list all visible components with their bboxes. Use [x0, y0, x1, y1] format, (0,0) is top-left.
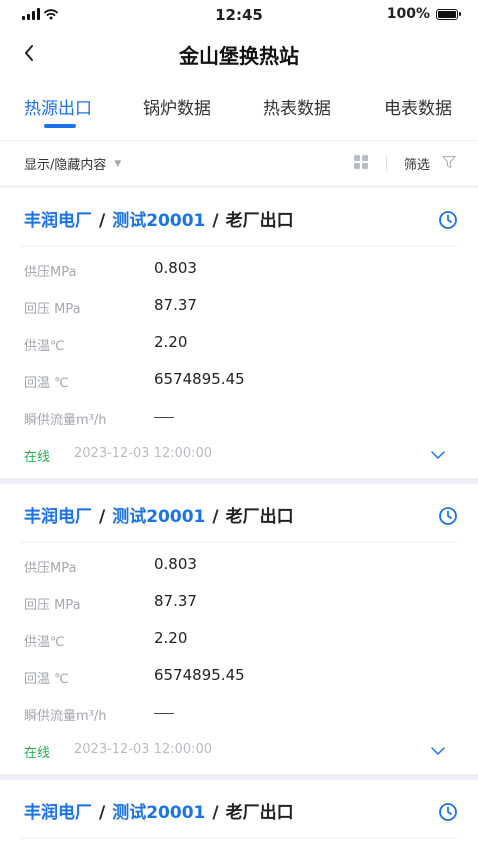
filter-bar: 显示/隐藏内容 ▼ 筛选 [0, 140, 478, 185]
toggle-content-dropdown[interactable]: 显示/隐藏内容 ▼ [24, 154, 121, 173]
filter-button[interactable]: 筛选 [404, 154, 430, 173]
station-card[interactable]: 丰润电厂 / 测试20001/老厂出口 [0, 780, 478, 850]
field-row: 瞬供流量m³/h [24, 702, 444, 726]
battery-percent: 100% [386, 6, 430, 22]
path-outlet: 老厂出口 [225, 211, 294, 231]
card-status-row: 在线 2023-12-03 12:00:00 [24, 740, 454, 762]
toggle-content-label: 显示/隐藏内容 [24, 158, 107, 173]
tab-heat-source-outlet[interactable]: 热源出口 [24, 94, 92, 119]
field-label: 瞬供流量m³/h [24, 413, 107, 428]
clock-icon[interactable] [438, 210, 458, 230]
field-row: 供温℃ 2.20 [24, 628, 444, 652]
tab-boiler-data[interactable]: 锅炉数据 [143, 94, 211, 119]
field-value: 6574895.45 [154, 666, 245, 684]
field-label: 回压 MPa [24, 302, 81, 317]
field-row: 回温 ℃ 6574895.45 [24, 369, 444, 393]
field-value: 2.20 [154, 333, 188, 351]
tab-active-indicator [44, 124, 76, 128]
field-label: 供温℃ [24, 339, 65, 354]
field-row: 供温℃ 2.20 [24, 332, 444, 356]
path-plant[interactable]: 丰润电厂 [24, 211, 92, 231]
field-label: 回压 MPa [24, 598, 81, 613]
field-row: 回温 ℃ 6574895.45 [24, 665, 444, 689]
path-plant[interactable]: 丰润电厂 [24, 803, 92, 823]
empty-value-dash [154, 417, 174, 418]
status-badge: 在线 [24, 746, 51, 761]
tab-heat-meter-data[interactable]: 热表数据 [263, 94, 331, 119]
field-label: 供压MPa [24, 561, 77, 576]
card-divider [20, 838, 458, 839]
empty-value-dash [154, 713, 174, 714]
path-station[interactable]: 测试20001 [112, 803, 205, 823]
chevron-down-icon[interactable] [430, 746, 446, 756]
field-value: 87.37 [154, 296, 197, 314]
path-plant[interactable]: 丰润电厂 [24, 507, 92, 527]
field-row: 瞬供流量m³/h [24, 406, 444, 430]
station-card[interactable]: 丰润电厂 / 测试20001/老厂出口 供压MPa 0.803 回压 MPa 87.… [0, 188, 478, 478]
back-icon[interactable] [14, 38, 44, 68]
field-row: 回压 MPa 87.37 [24, 591, 444, 615]
clock-icon[interactable] [438, 802, 458, 822]
divider [386, 155, 387, 171]
field-value: 0.803 [154, 555, 197, 573]
page-title: 金山堡换热站 [179, 44, 299, 68]
chevron-down-icon[interactable] [430, 450, 446, 460]
timestamp: 2023-12-03 12:00:00 [74, 742, 213, 757]
battery-icon [436, 8, 461, 20]
tab-bar: 热源出口 锅炉数据 热表数据 电表数据 [0, 76, 478, 140]
caret-down-icon: ▼ [114, 158, 122, 169]
path-station[interactable]: 测试20001 [112, 507, 205, 527]
field-value: 87.37 [154, 592, 197, 610]
field-value: 6574895.45 [154, 370, 245, 388]
card-path: 丰润电厂 / 测试20001/老厂出口 [24, 507, 294, 527]
card-divider [20, 542, 458, 543]
nav-bar: 金山堡换热站 [0, 32, 478, 76]
field-value: 0.803 [154, 259, 197, 277]
card-path: 丰润电厂 / 测试20001/老厂出口 [24, 803, 294, 823]
card-status-row: 在线 2023-12-03 12:00:00 [24, 444, 454, 466]
status-badge: 在线 [24, 450, 51, 465]
field-label: 供压MPa [24, 265, 77, 280]
tab-electric-meter-data[interactable]: 电表数据 [384, 94, 452, 119]
path-outlet: 老厂出口 [225, 803, 294, 823]
field-row: 供压MPa 0.803 [24, 258, 444, 282]
path-outlet: 老厂出口 [225, 507, 294, 527]
card-path: 丰润电厂 / 测试20001/老厂出口 [24, 211, 294, 231]
clock-icon[interactable] [438, 506, 458, 526]
field-label: 回温 ℃ [24, 376, 69, 391]
field-label: 供温℃ [24, 635, 65, 650]
field-row: 回压 MPa 87.37 [24, 295, 444, 319]
grid-icon[interactable] [354, 155, 368, 169]
card-divider [20, 246, 458, 247]
path-station[interactable]: 测试20001 [112, 211, 205, 231]
status-right: 100% [386, 6, 461, 22]
field-label: 瞬供流量m³/h [24, 709, 107, 724]
timestamp: 2023-12-03 12:00:00 [74, 446, 213, 461]
field-value: 2.20 [154, 629, 188, 647]
status-bar: 12:45 100% [0, 0, 478, 32]
filter-icon[interactable] [442, 155, 456, 169]
field-row: 供压MPa 0.803 [24, 554, 444, 578]
field-label: 回温 ℃ [24, 672, 69, 687]
station-card[interactable]: 丰润电厂 / 测试20001/老厂出口 供压MPa 0.803 回压 MPa 87.… [0, 484, 478, 774]
